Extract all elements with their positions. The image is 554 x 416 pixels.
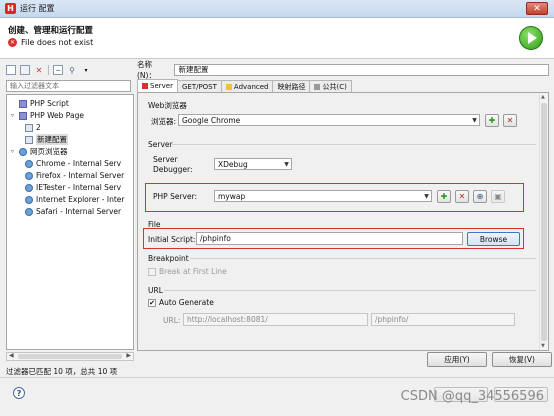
server-tab-panel: Web浏览器 浏览器: Google Chrome ▼ ✚ ✕ Server Se… [137,93,549,351]
tree-item-php-web-page[interactable]: ▿ PHP Web Page [11,110,84,121]
add-server-button[interactable]: ✚ [437,190,451,203]
breakpoint-group-title: Breakpoint [148,254,189,263]
config-editor: 名称(N)： 新建配置 Server GET/POST Advanced 映射路… [137,60,549,351]
tree-item-config-2[interactable]: 2 [25,122,41,133]
filter-status: 过滤器已匹配 10 项，总共 10 项 [6,367,118,376]
tree-item-php-script[interactable]: PHP Script [11,98,69,109]
browser-label: 浏览器: [151,117,177,126]
scrollbar-thumb[interactable] [541,103,547,341]
duplicate-config-icon[interactable] [20,65,30,75]
php-web-page-icon [19,111,27,120]
web-browser-icon [19,147,27,156]
window-title: 运行 配置 [20,4,55,13]
break-first-line-checkbox[interactable]: Break at First Line [148,267,227,276]
error-message: File does not exist [21,38,94,47]
initial-script-input[interactable]: /phpinfo [196,232,463,245]
tab-server[interactable]: Server [137,79,178,92]
name-label: 名称(N)： [137,60,156,80]
config-list-panel: ✕ − ⚲ ▾ 输入过滤器文本 PHP Script ▿ PHP Web Pag… [6,63,134,376]
server-group-title: Server [148,140,173,149]
php-script-icon [19,99,27,108]
url-label: URL: [163,316,181,325]
revert-button[interactable]: 恢复(V) [492,352,552,367]
chevron-down-icon: ▼ [284,160,289,168]
delete-config-icon[interactable]: ✕ [34,65,44,75]
config-icon [25,135,33,144]
error-icon: ✕ [8,38,17,47]
tree-item-chrome[interactable]: Chrome - Internal Serv [25,158,121,169]
test-server-button[interactable]: ▣ [491,190,505,203]
tree-horizontal-scrollbar[interactable]: ◀ ▶ [6,352,134,361]
server-icon [142,83,148,89]
window-titlebar: H 运行 配置 ✕ [0,0,554,18]
scroll-left-icon[interactable]: ◀ [9,352,14,359]
url-group-title: URL [148,286,163,295]
new-config-icon[interactable] [6,65,16,75]
browser-icon [25,207,33,216]
scroll-up-icon[interactable]: ▲ [541,94,545,100]
chevron-down-icon: ▼ [424,192,429,200]
browser-icon [25,183,33,192]
url-base-input[interactable]: http://localhost:8081/ [183,313,368,326]
tree-item-web-browsers[interactable]: ▿ 网页浏览器 [11,146,68,157]
name-input[interactable]: 新建配置 [173,64,549,76]
browse-button[interactable]: Browse [467,232,520,246]
debugger-select[interactable]: XDebug ▼ [214,158,292,170]
tree-item-firefox[interactable]: Firefox - Internal Server [25,170,124,181]
tree-item-internet-explorer[interactable]: Internet Explorer - Inter [25,194,124,205]
collapse-icon[interactable]: ▿ [11,112,17,119]
configure-server-button[interactable]: ✕ [455,190,469,203]
config-icon [25,123,33,132]
php-server-select[interactable]: mywap ▼ [214,190,432,202]
collapse-all-icon[interactable]: − [53,65,63,75]
scroll-down-icon[interactable]: ▼ [541,343,545,349]
watermark: CSDN @qq_34556596 [400,389,544,404]
tree-item-ietester[interactable]: IETester - Internal Serv [25,182,121,193]
collapse-icon[interactable]: ▿ [11,148,17,155]
checkmark-icon: ✔ [148,298,156,307]
help-icon[interactable]: ? [13,387,25,399]
add-browser-button[interactable]: ✚ [485,114,499,127]
apply-button[interactable]: 应用(Y) [427,352,487,367]
tab-get-post[interactable]: GET/POST [176,80,222,92]
tab-path-mapping[interactable]: 映射路径 [272,80,311,92]
browser-select[interactable]: Google Chrome ▼ [178,114,480,126]
dialog-header: 创建、管理和运行配置 ✕ File does not exist [0,18,554,59]
php-server-label: PHP Server: [153,192,198,201]
chevron-down-icon[interactable]: ▾ [81,65,91,75]
filter-icon[interactable]: ⚲ [67,65,77,75]
error-message-row: ✕ File does not exist [8,38,93,47]
tab-common[interactable]: 公共(C) [309,80,352,92]
server-debugger-label-2: Debugger: [153,165,193,174]
close-window-button[interactable]: ✕ [526,2,548,15]
web-browser-group-title: Web浏览器 [148,101,187,110]
url-path-input[interactable]: /phpinfo/ [371,313,515,326]
scrollbar-thumb[interactable] [18,354,122,359]
auto-generate-checkbox[interactable]: ✔ Auto Generate [148,298,214,307]
configure-browser-button[interactable]: ✕ [503,114,517,127]
common-icon [314,83,321,90]
run-icon [519,26,543,50]
scroll-right-icon[interactable]: ▶ [126,352,131,359]
config-toolbar: ✕ − ⚲ ▾ [6,63,134,77]
browser-icon [25,195,33,204]
chevron-down-icon: ▼ [472,116,477,124]
dialog-title: 创建、管理和运行配置 [8,26,94,36]
tree-item-safari[interactable]: Safari - Internal Server [25,206,121,217]
server-debugger-label: Server [153,155,178,164]
browser-icon [25,159,33,168]
panel-vertical-scrollbar[interactable]: ▲ ▼ [539,93,548,350]
config-tree: PHP Script ▿ PHP Web Page 2 新建配置 ▿ 网页浏览器… [6,94,134,350]
config-tabs: Server GET/POST Advanced 映射路径 公共(C) [137,79,549,93]
server-mapping-button[interactable]: ⊕ [473,190,487,203]
initial-script-label: Initial Script: [148,235,196,244]
filter-input[interactable]: 输入过滤器文本 [6,80,131,92]
name-row: 名称(N)： 新建配置 [137,60,549,80]
browser-icon [25,171,33,180]
tab-advanced[interactable]: Advanced [220,80,274,92]
tree-item-new-config[interactable]: 新建配置 [25,134,68,145]
app-icon: H [5,3,16,14]
lock-icon [225,83,232,90]
